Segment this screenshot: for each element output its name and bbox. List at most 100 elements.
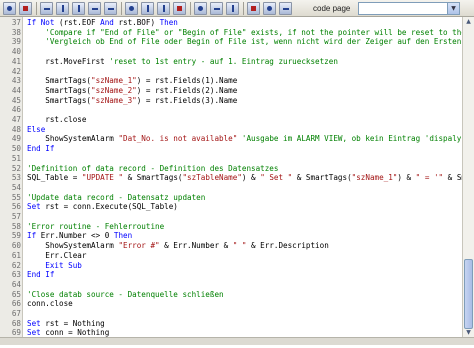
outdent-button[interactable]	[72, 1, 85, 15]
stop-button[interactable]	[19, 1, 32, 15]
run-icon	[7, 5, 12, 11]
code-token: rst.BOF)	[113, 18, 160, 27]
indent-icon	[62, 4, 64, 12]
code-line[interactable]: End If	[27, 270, 54, 280]
comment-button[interactable]	[88, 1, 101, 15]
scroll-down-icon[interactable]: ▼	[463, 328, 474, 337]
code-token: ShowSystemAlarm	[27, 241, 119, 251]
string-token: " "	[232, 241, 247, 251]
help-icon	[283, 7, 289, 10]
code-token: ) = rst.Fields(2).Name	[136, 85, 238, 95]
code-line[interactable]: rst.close	[27, 115, 86, 125]
string-token: "Error #"	[118, 241, 160, 251]
goto-line-button[interactable]	[226, 1, 239, 15]
scroll-up-icon[interactable]: ▲	[463, 17, 474, 26]
code-line[interactable]: ShowSystemAlarm "Dat_No. is not availabl…	[27, 134, 462, 144]
bookmark-next-button[interactable]	[141, 1, 154, 15]
run-button[interactable]	[3, 1, 16, 15]
keyword-token: Then	[113, 231, 133, 241]
comment-icon	[92, 7, 98, 10]
code-line[interactable]: Set conn = Nothing	[27, 328, 109, 337]
code-line[interactable]: If Not (rst.EOF And rst.BOF) Then	[27, 18, 178, 28]
uncomment-icon	[108, 7, 114, 10]
line-number: 48	[11, 124, 21, 134]
line-number: 68	[11, 318, 21, 328]
string-token: " = '"	[415, 173, 444, 183]
step-icon	[44, 7, 50, 10]
code-editor[interactable]: If Not (rst.EOF And rst.BOF) Then 'Compa…	[22, 17, 462, 337]
code-token: ) = rst.Fields(1).Name	[136, 76, 238, 86]
breakpoint-button[interactable]	[247, 1, 260, 15]
line-number: 59	[11, 231, 21, 241]
line-number: 40	[11, 47, 21, 57]
code-line[interactable]: SQL_Table = "UPDATE " & SmartTags("szTab…	[27, 173, 462, 183]
code-token: conn.close	[27, 299, 73, 309]
line-number: 38	[11, 27, 21, 37]
code-line[interactable]: End If	[27, 144, 54, 154]
toolbar-separator	[121, 1, 122, 15]
code-line[interactable]: SmartTags("szName_1") = rst.Fields(1).Na…	[27, 76, 237, 86]
comment-token: 'Ausgabe im ALARM VIEW, ob kein Eintrag …	[241, 134, 462, 144]
line-number: 51	[11, 153, 21, 163]
indent-button[interactable]	[56, 1, 69, 15]
code-line[interactable]: SmartTags("szName_2") = rst.Fields(2).Na…	[27, 86, 237, 96]
keyword-token: Set	[27, 202, 41, 212]
code-line[interactable]: 'Vergleich ob End of File oder Begin of …	[27, 37, 462, 47]
code-line[interactable]: Set rst = Nothing	[27, 319, 105, 329]
code-line[interactable]: If Err.Number <> 0 Then	[27, 231, 132, 241]
code-line[interactable]: Exit Sub	[27, 261, 82, 271]
line-number: 43	[11, 76, 21, 86]
code-line[interactable]: 'Compare if "End of File" or "Begin of F…	[27, 28, 462, 38]
bookmark-button[interactable]	[125, 1, 138, 15]
replace-button[interactable]	[210, 1, 223, 15]
code-line[interactable]: 'Update data record - Datensatz updaten	[27, 193, 205, 203]
keyword-token: End If	[27, 270, 55, 280]
line-number: 65	[11, 289, 21, 299]
line-number-gutter: 37 38 39 40 41 42 43 44 45 46 47 48 49 50 51 52 53 54 55 56…	[0, 17, 23, 347]
code-token: ) &	[241, 173, 261, 183]
outdent-icon	[78, 4, 80, 12]
goto-line-icon	[232, 4, 234, 12]
code-page-select[interactable]: ▼	[358, 2, 460, 15]
horizontal-scrollbar[interactable]	[0, 337, 474, 345]
line-number: 44	[11, 85, 21, 95]
code-line[interactable]: Set rst = conn.Execute(SQL_Table)	[27, 202, 178, 212]
stop-icon	[23, 5, 28, 11]
code-line[interactable]: SmartTags("szName_3") = rst.Fields(3).Na…	[27, 96, 237, 106]
uncomment-button[interactable]	[104, 1, 117, 15]
comment-token: 'reset to 1st entry - auf 1. Eintrag zur…	[109, 56, 338, 66]
code-line[interactable]: rst.MoveFirst 'reset to 1st entry - auf …	[27, 57, 338, 67]
keyword-token: If Not	[27, 18, 55, 27]
code-line[interactable]: Err.Clear	[27, 251, 86, 261]
line-number: 66	[11, 299, 21, 309]
code-page-label: code page	[313, 4, 351, 13]
string-token: "szName_1"	[91, 76, 137, 86]
line-number: 53	[11, 173, 21, 183]
line-number: 50	[11, 144, 21, 154]
code-token: rst = conn.Execute(SQL_Table)	[40, 202, 178, 212]
bookmark-next-icon	[147, 4, 149, 12]
find-button[interactable]	[194, 1, 207, 15]
vertical-scrollbar[interactable]: ▲ ▼	[462, 17, 474, 337]
code-line[interactable]: 'Error routine - Fehlerroutine	[27, 222, 164, 232]
code-line[interactable]: 'Close datab source - Datenquelle schlie…	[27, 290, 224, 300]
code-line[interactable]: 'Definition of data record - Definition …	[27, 164, 278, 174]
help-button[interactable]	[279, 1, 292, 15]
line-number: 60	[11, 241, 21, 251]
line-number: 62	[11, 260, 21, 270]
scrollbar-thumb[interactable]	[464, 259, 473, 329]
step-button[interactable]	[40, 1, 53, 15]
chevron-down-icon[interactable]: ▼	[447, 3, 459, 14]
code-token: rst.close	[27, 115, 87, 124]
string-token: "szName_1"	[351, 173, 398, 183]
line-number: 57	[11, 212, 21, 221]
bookmark-clear-button[interactable]	[173, 1, 186, 15]
bookmark-prev-button[interactable]	[157, 1, 170, 15]
code-line[interactable]: Else	[27, 125, 45, 135]
line-number: 41	[11, 56, 21, 66]
code-line[interactable]: conn.close	[27, 299, 73, 309]
watch-button[interactable]	[263, 1, 276, 15]
code-line[interactable]: ShowSystemAlarm "Error #" & Err.Number &…	[27, 241, 328, 251]
line-number: 42	[11, 66, 21, 76]
line-number: 37	[11, 18, 21, 27]
